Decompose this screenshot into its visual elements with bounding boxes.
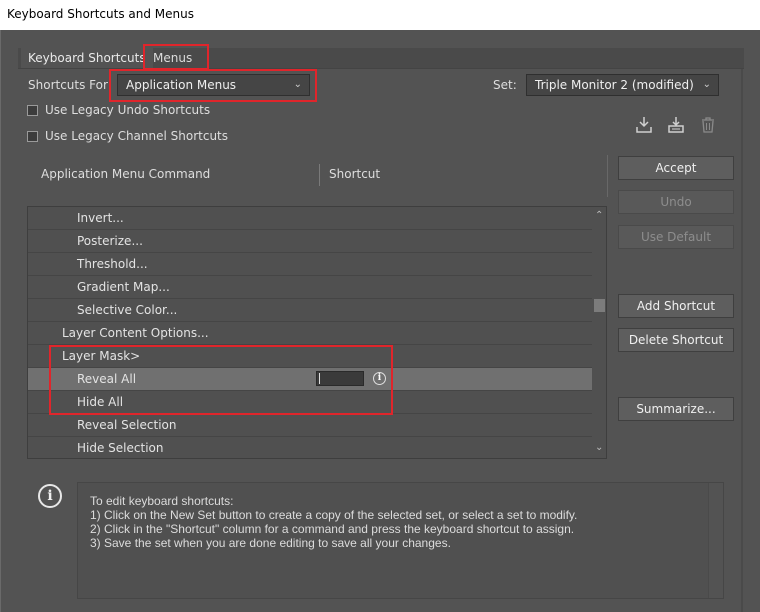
column-separator bbox=[319, 164, 320, 186]
chevron-down-icon[interactable]: ⌄ bbox=[595, 442, 603, 453]
summarize-button[interactable]: Summarize... bbox=[618, 397, 734, 421]
tab-menus[interactable]: Menus bbox=[149, 48, 196, 68]
info-icon: i bbox=[38, 484, 62, 508]
table-row-selected[interactable]: Reveal All i bbox=[28, 368, 592, 391]
table-row[interactable]: Reveal Selection bbox=[28, 414, 592, 437]
info-scrollbar[interactable] bbox=[708, 483, 723, 598]
table-row[interactable]: Threshold... bbox=[28, 253, 592, 276]
row-label: Hide All bbox=[77, 395, 124, 409]
set-label: Set: bbox=[493, 78, 517, 92]
table-row[interactable]: Layer Content Options... bbox=[28, 322, 592, 345]
save-set-icon[interactable] bbox=[634, 115, 654, 135]
table-row[interactable]: Gradient Map... bbox=[28, 276, 592, 299]
row-label: Reveal All bbox=[77, 372, 137, 386]
legacy-undo-checkbox[interactable] bbox=[27, 105, 38, 116]
table-row[interactable]: Layer Mask> bbox=[28, 345, 592, 368]
window-edge bbox=[0, 30, 1, 612]
shortcut-input[interactable] bbox=[316, 371, 364, 386]
row-label: Layer Mask> bbox=[62, 349, 141, 363]
undo-button[interactable]: Undo bbox=[618, 190, 734, 214]
row-label: Selective Color... bbox=[77, 303, 178, 317]
title-bar: Keyboard Shortcuts and Menus bbox=[0, 0, 760, 30]
row-label: Reveal Selection bbox=[77, 418, 177, 432]
info-line: 3) Save the set when you are done editin… bbox=[90, 536, 451, 550]
legacy-channel-checkbox[interactable] bbox=[27, 131, 38, 142]
table-scrollbar[interactable]: ⌃ ⌄ bbox=[592, 207, 606, 458]
row-label: Layer Content Options... bbox=[62, 326, 209, 340]
shortcuts-for-label: Shortcuts For: bbox=[28, 78, 112, 92]
accept-button[interactable]: Accept bbox=[618, 156, 734, 180]
row-label: Threshold... bbox=[77, 257, 148, 271]
delete-shortcut-button[interactable]: Delete Shortcut bbox=[618, 328, 734, 352]
table-row[interactable]: Hide All bbox=[28, 391, 592, 414]
info-icon[interactable]: i bbox=[373, 372, 386, 385]
table-row[interactable]: Posterize... bbox=[28, 230, 592, 253]
column-header-shortcut[interactable]: Shortcut bbox=[329, 167, 380, 181]
legacy-channel-label: Use Legacy Channel Shortcuts bbox=[45, 129, 229, 143]
add-shortcut-button[interactable]: Add Shortcut bbox=[618, 294, 734, 318]
dialog-right-edge bbox=[741, 48, 743, 612]
info-line: 2) Click in the "Shortcut" column for a … bbox=[90, 522, 575, 536]
text-caret bbox=[319, 373, 320, 384]
scroll-thumb[interactable] bbox=[594, 299, 605, 312]
row-label: Hide Selection bbox=[77, 441, 164, 455]
column-header-command[interactable]: Application Menu Command bbox=[41, 167, 210, 181]
chevron-down-icon: ⌄ bbox=[293, 79, 302, 90]
shortcuts-for-select[interactable]: Application Menus ⌄ bbox=[117, 74, 310, 96]
command-table: Invert... Posterize... Threshold... Grad… bbox=[27, 206, 607, 459]
tab-keyboard-shortcuts[interactable]: Keyboard Shortcuts bbox=[21, 48, 153, 68]
table-row[interactable]: Selective Color... bbox=[28, 299, 592, 322]
info-line: 1) Click on the New Set button to create… bbox=[90, 508, 578, 522]
row-label: Posterize... bbox=[77, 234, 143, 248]
use-default-button[interactable]: Use Default bbox=[618, 225, 734, 249]
window-title: Keyboard Shortcuts and Menus bbox=[7, 7, 194, 21]
shortcuts-for-value: Application Menus bbox=[126, 78, 237, 92]
header-edge bbox=[607, 155, 608, 197]
info-line: To edit keyboard shortcuts: bbox=[90, 494, 234, 508]
table-row[interactable]: Hide Selection bbox=[28, 437, 592, 458]
info-panel: To edit keyboard shortcuts: 1) Click on … bbox=[77, 482, 724, 599]
chevron-down-icon: ⌄ bbox=[702, 79, 711, 90]
set-select[interactable]: Triple Monitor 2 (modified) ⌄ bbox=[526, 74, 719, 96]
trash-icon[interactable] bbox=[698, 115, 718, 135]
chevron-up-icon[interactable]: ⌃ bbox=[595, 210, 603, 221]
row-label: Invert... bbox=[77, 211, 124, 225]
new-set-icon[interactable] bbox=[666, 115, 686, 135]
legacy-undo-label: Use Legacy Undo Shortcuts bbox=[45, 103, 211, 117]
set-value: Triple Monitor 2 (modified) bbox=[535, 78, 694, 92]
row-label: Gradient Map... bbox=[77, 280, 170, 294]
table-row[interactable]: Invert... bbox=[28, 207, 592, 230]
